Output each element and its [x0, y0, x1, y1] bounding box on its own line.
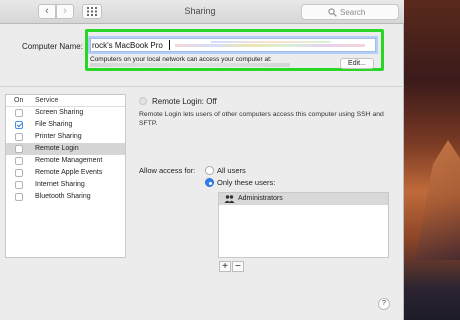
- chevron-left-icon: ‹: [45, 5, 49, 17]
- search-icon: [328, 8, 337, 17]
- remove-user-button[interactable]: −: [232, 261, 244, 272]
- header-on: On: [14, 97, 24, 104]
- service-row-remote-login[interactable]: Remote Login: [6, 143, 125, 155]
- all-users-label[interactable]: All users: [217, 166, 246, 175]
- service-label: Internet Sharing: [35, 181, 85, 188]
- desktop-wallpaper: [403, 0, 460, 320]
- search-field[interactable]: Search: [301, 4, 399, 20]
- service-label: File Sharing: [35, 121, 73, 128]
- service-row-remote-apple-events[interactable]: Remote Apple Events: [6, 167, 125, 179]
- service-label: Remote Apple Events: [35, 169, 103, 176]
- service-row-file-sharing[interactable]: File Sharing: [6, 119, 125, 131]
- service-checkbox[interactable]: [15, 157, 23, 165]
- obscured-text-overlay: [211, 41, 331, 43]
- local-address-text: [90, 63, 290, 67]
- service-row-remote-management[interactable]: Remote Management: [6, 155, 125, 167]
- text-caret: [169, 40, 170, 50]
- chevron-right-icon: ›: [63, 5, 67, 17]
- service-checkbox[interactable]: [15, 109, 23, 117]
- search-placeholder: Search: [340, 8, 366, 17]
- group-icon: [224, 195, 235, 203]
- back-button[interactable]: ‹: [38, 4, 56, 19]
- service-label: Screen Sharing: [35, 109, 84, 116]
- forward-button[interactable]: ›: [56, 4, 74, 19]
- show-all-button[interactable]: [82, 4, 102, 19]
- only-these-users-radio[interactable]: [205, 178, 214, 187]
- service-status: Remote Login: Off: [152, 97, 217, 106]
- toolbar: ‹ › Sharing Search: [0, 0, 404, 24]
- service-label: Bluetooth Sharing: [35, 193, 91, 200]
- all-users-radio[interactable]: [205, 166, 214, 175]
- add-user-button[interactable]: +: [219, 261, 231, 272]
- divider: [0, 86, 404, 87]
- service-row-printer-sharing[interactable]: Printer Sharing: [6, 131, 125, 143]
- status-indicator-icon: [139, 97, 147, 105]
- user-row-administrators[interactable]: Administrators: [219, 193, 388, 205]
- allowed-users-list: Administrators: [218, 192, 389, 258]
- service-description: Remote Login lets users of other compute…: [139, 111, 384, 127]
- service-label: Printer Sharing: [35, 133, 82, 140]
- service-checkbox[interactable]: [15, 181, 23, 189]
- header-service: Service: [35, 97, 59, 104]
- service-checkbox[interactable]: [15, 133, 23, 141]
- service-list-header: On Service: [6, 95, 125, 107]
- user-label: Administrators: [238, 195, 283, 202]
- service-list: On Service Screen Sharing File Sharing P…: [5, 94, 126, 258]
- service-row-bluetooth-sharing[interactable]: Bluetooth Sharing: [6, 191, 125, 203]
- service-row-screen-sharing[interactable]: Screen Sharing: [6, 107, 125, 119]
- help-button[interactable]: ?: [378, 298, 390, 310]
- service-checkbox[interactable]: [15, 145, 23, 153]
- service-checkbox[interactable]: [15, 121, 23, 129]
- computer-name-description: Computers on your local network can acce…: [90, 56, 272, 63]
- obscured-text: [175, 44, 365, 47]
- service-row-internet-sharing[interactable]: Internet Sharing: [6, 179, 125, 191]
- computer-name-label: Computer Name:: [22, 42, 83, 51]
- computer-name-field[interactable]: [90, 38, 376, 52]
- allow-access-label: Allow access for:: [139, 166, 196, 175]
- grid-icon: [87, 7, 97, 16]
- only-these-users-label[interactable]: Only these users:: [217, 178, 275, 187]
- service-checkbox[interactable]: [15, 193, 23, 201]
- sharing-window: ‹ › Sharing Search Computer Name: rock's…: [0, 0, 404, 320]
- service-checkbox[interactable]: [15, 169, 23, 177]
- window-title: Sharing: [184, 6, 216, 16]
- service-label: Remote Login: [35, 145, 79, 152]
- service-label: Remote Management: [35, 157, 103, 164]
- edit-button[interactable]: Edit...: [340, 58, 374, 69]
